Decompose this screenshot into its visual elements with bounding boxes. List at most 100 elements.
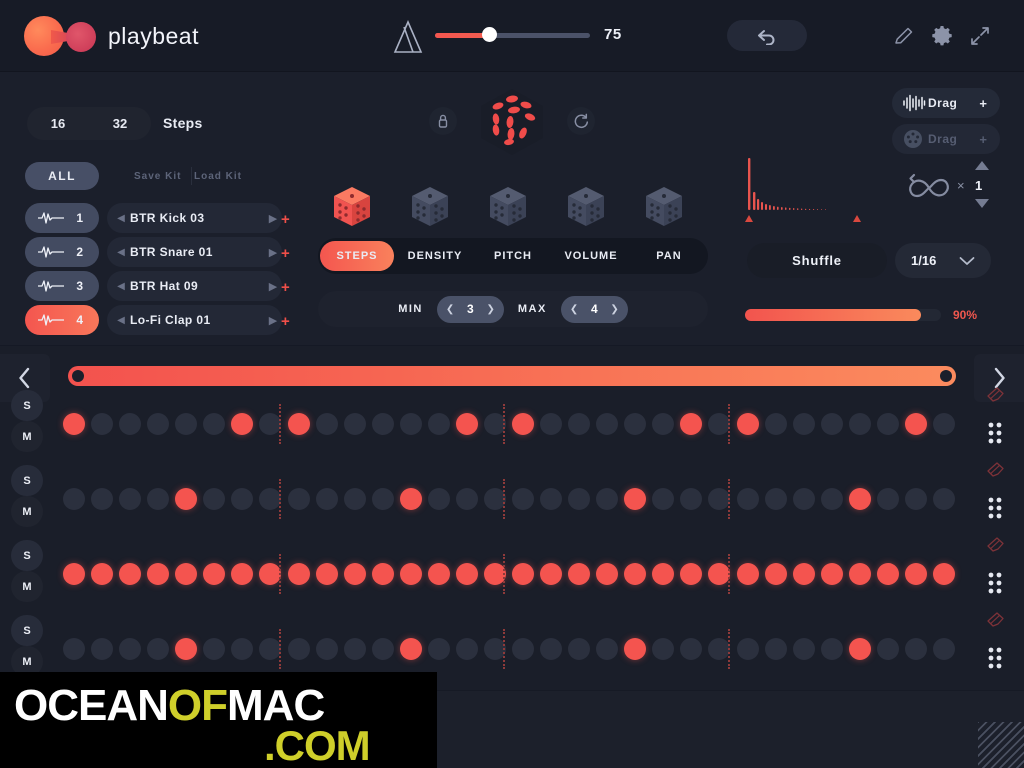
step-cell[interactable] — [427, 488, 450, 510]
step-cell[interactable] — [371, 488, 394, 510]
step-cell[interactable] — [820, 488, 843, 510]
playhead-range-slider[interactable] — [68, 366, 956, 386]
step-cell[interactable] — [932, 563, 955, 585]
drag-dots-icon[interactable] — [986, 646, 1020, 675]
step-cell[interactable] — [932, 488, 955, 510]
track-select-button[interactable]: 2 — [25, 237, 99, 267]
step-cell[interactable] — [455, 413, 478, 435]
step-cell[interactable] — [427, 413, 450, 435]
step-cell[interactable] — [540, 488, 563, 510]
tab-pan[interactable]: PAN — [632, 241, 706, 271]
tab-density[interactable]: DENSITY — [398, 241, 472, 271]
step-cell[interactable] — [736, 488, 759, 510]
step-cell[interactable] — [792, 488, 815, 510]
dice-slot-5[interactable] — [642, 185, 686, 229]
track-sample-selector[interactable]: ◀ BTR Kick 03 ▶ — [107, 203, 282, 233]
randomizer-reset-button[interactable] — [567, 107, 595, 135]
eraser-icon[interactable] — [986, 536, 1020, 559]
step-cell[interactable] — [315, 413, 338, 435]
save-kit-button[interactable]: Save Kit — [134, 167, 193, 185]
step-cell[interactable] — [568, 413, 591, 435]
tab-steps[interactable]: STEPS — [320, 241, 394, 271]
step-cell[interactable] — [455, 638, 478, 660]
step-cell[interactable] — [904, 563, 927, 585]
step-cell[interactable] — [175, 563, 198, 585]
track-select-button[interactable]: 1 — [25, 203, 99, 233]
step-cell[interactable] — [932, 638, 955, 660]
drag-dots-icon[interactable] — [986, 571, 1020, 600]
step-cell[interactable] — [147, 638, 170, 660]
step-cell[interactable] — [624, 488, 647, 510]
step-cell[interactable] — [736, 563, 759, 585]
step-cell[interactable] — [792, 563, 815, 585]
step-cell[interactable] — [848, 563, 871, 585]
step-cell[interactable] — [315, 563, 338, 585]
step-cell[interactable] — [91, 563, 114, 585]
step-cell[interactable] — [764, 638, 787, 660]
sample-prev-icon[interactable]: ◀ — [112, 315, 130, 326]
step-cell[interactable] — [512, 413, 534, 435]
step-cell[interactable] — [63, 413, 85, 435]
step-cell[interactable] — [63, 563, 85, 585]
min-increment-icon[interactable]: ❯ — [486, 304, 494, 315]
step-cell[interactable] — [904, 488, 927, 510]
step-count-16[interactable]: 16 — [27, 116, 89, 131]
playhead-start-handle[interactable] — [72, 370, 84, 382]
step-cell[interactable] — [624, 563, 647, 585]
step-cell[interactable] — [203, 563, 226, 585]
step-cell[interactable] — [568, 638, 591, 660]
step-cell[interactable] — [596, 413, 619, 435]
step-cell[interactable] — [231, 488, 254, 510]
step-cell[interactable] — [371, 638, 394, 660]
step-count-toggle[interactable]: 16 32 — [27, 107, 151, 140]
step-cell[interactable] — [596, 488, 619, 510]
step-cell[interactable] — [287, 563, 310, 585]
sample-next-icon[interactable]: ▶ — [264, 246, 282, 259]
step-cell[interactable] — [512, 563, 534, 585]
step-cell[interactable] — [568, 563, 591, 585]
step-cell[interactable] — [231, 638, 254, 660]
step-cell[interactable] — [652, 488, 675, 510]
step-count-32[interactable]: 32 — [89, 116, 151, 131]
step-cell[interactable] — [680, 638, 703, 660]
step-cell[interactable] — [932, 413, 955, 435]
dice-slot-1[interactable] — [330, 185, 374, 229]
playhead-end-handle[interactable] — [940, 370, 952, 382]
eraser-icon[interactable] — [986, 611, 1020, 634]
step-cell[interactable] — [287, 488, 310, 510]
eraser-icon[interactable] — [986, 386, 1020, 409]
step-cell[interactable] — [792, 413, 815, 435]
tempo-slider-knob[interactable] — [482, 27, 497, 42]
min-stepper[interactable]: ❮ 3 ❯ — [436, 295, 504, 323]
step-cell[interactable] — [680, 488, 703, 510]
step-cell[interactable] — [820, 638, 843, 660]
step-cell[interactable] — [596, 563, 619, 585]
mute-button[interactable]: M — [11, 421, 43, 452]
drag-midi-button[interactable]: Drag + — [892, 124, 1000, 154]
step-cell[interactable] — [91, 488, 114, 510]
drag-midi-plus[interactable]: + — [979, 132, 987, 147]
step-cell[interactable] — [231, 413, 254, 435]
resize-corner-grip[interactable] — [978, 722, 1024, 768]
sample-next-icon[interactable]: ▶ — [264, 280, 282, 293]
track-add-button[interactable]: + — [281, 245, 290, 262]
track-sample-selector[interactable]: ◀ BTR Hat 09 ▶ — [107, 271, 282, 301]
step-cell[interactable] — [147, 488, 170, 510]
drag-audio-plus[interactable]: + — [979, 96, 987, 111]
step-cell[interactable] — [91, 413, 114, 435]
track-add-button[interactable]: + — [281, 211, 290, 228]
step-cell[interactable] — [343, 413, 366, 435]
step-cell[interactable] — [399, 413, 422, 435]
step-cell[interactable] — [203, 638, 226, 660]
step-cell[interactable] — [736, 638, 759, 660]
eraser-icon[interactable] — [986, 461, 1020, 484]
step-cell[interactable] — [399, 638, 422, 660]
drag-dots-icon[interactable] — [986, 421, 1020, 450]
step-cell[interactable] — [512, 488, 534, 510]
all-tracks-button[interactable]: ALL — [25, 162, 99, 190]
step-cell[interactable] — [820, 563, 843, 585]
step-cell[interactable] — [399, 563, 422, 585]
dice-slot-4[interactable] — [564, 185, 608, 229]
max-stepper[interactable]: ❮ 4 ❯ — [560, 295, 628, 323]
step-cell[interactable] — [512, 638, 534, 660]
